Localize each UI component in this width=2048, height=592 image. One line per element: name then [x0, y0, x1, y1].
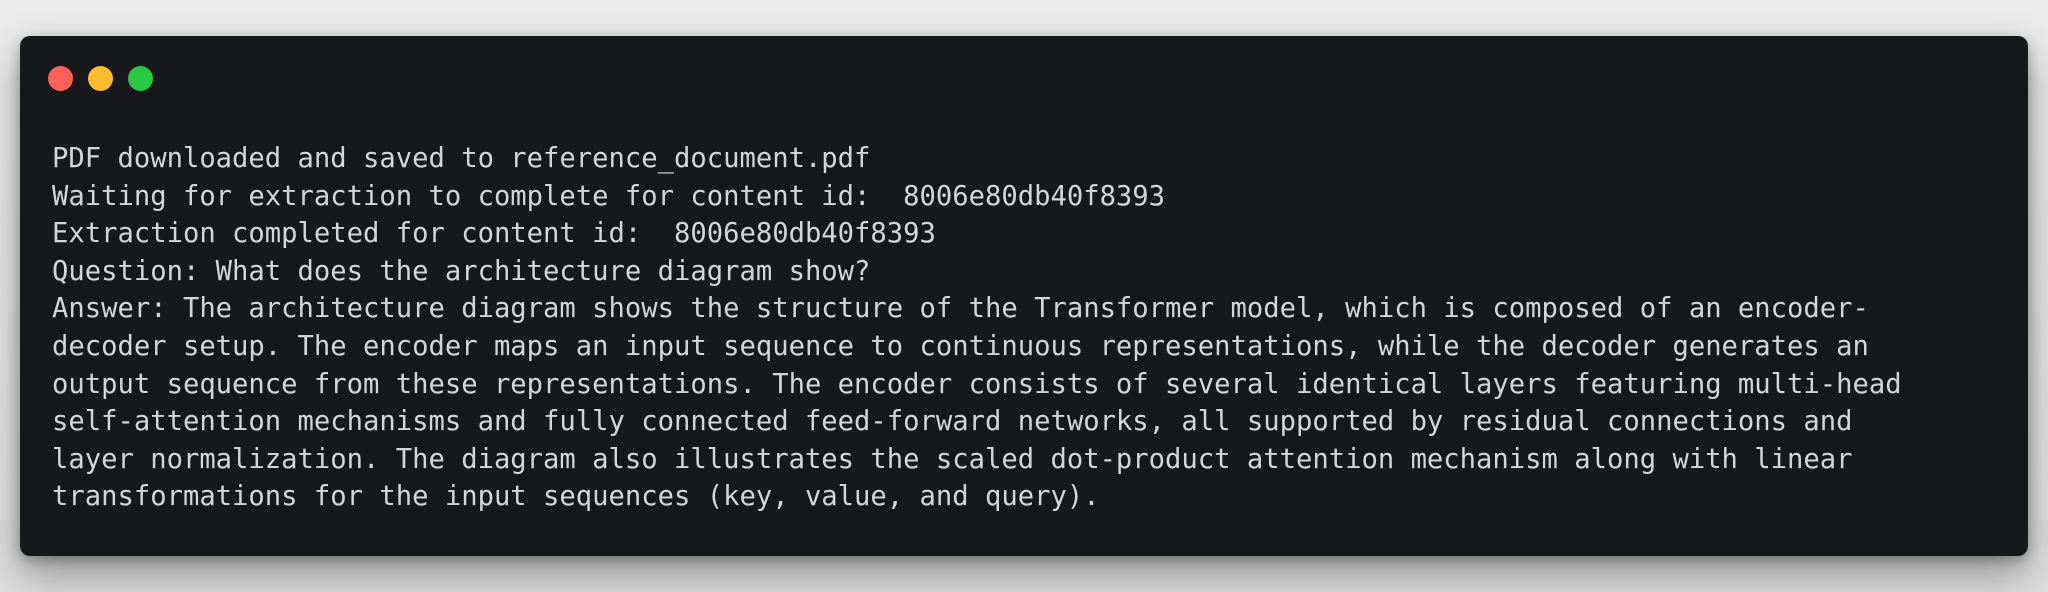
output-line-extraction-completed: Extraction completed for content id: 800… [52, 218, 936, 250]
minimize-icon[interactable] [88, 66, 113, 91]
window-titlebar [20, 36, 2028, 116]
output-line-question: Question: What does the architecture dia… [52, 255, 871, 287]
output-line-answer-3: output sequence from these representatio… [52, 368, 1902, 400]
output-line-answer-4: self-attention mechanisms and fully conn… [52, 406, 1853, 438]
output-line-answer-1: Answer: The architecture diagram shows t… [52, 293, 1869, 325]
close-icon[interactable] [48, 66, 73, 91]
zoom-icon[interactable] [128, 66, 153, 91]
output-line-answer-5: layer normalization. The diagram also il… [52, 443, 1853, 475]
output-line-download: PDF downloaded and saved to reference_do… [52, 143, 871, 174]
output-line-answer-6: transformations for the input sequences … [52, 481, 1100, 513]
output-line-answer-2: decoder setup. The encoder maps an input… [52, 330, 1869, 362]
output-line-waiting: Waiting for extraction to complete for c… [52, 180, 1166, 212]
terminal-output: PDF downloaded and saved to reference_do… [52, 140, 2002, 516]
terminal-window: PDF downloaded and saved to reference_do… [20, 36, 2028, 556]
